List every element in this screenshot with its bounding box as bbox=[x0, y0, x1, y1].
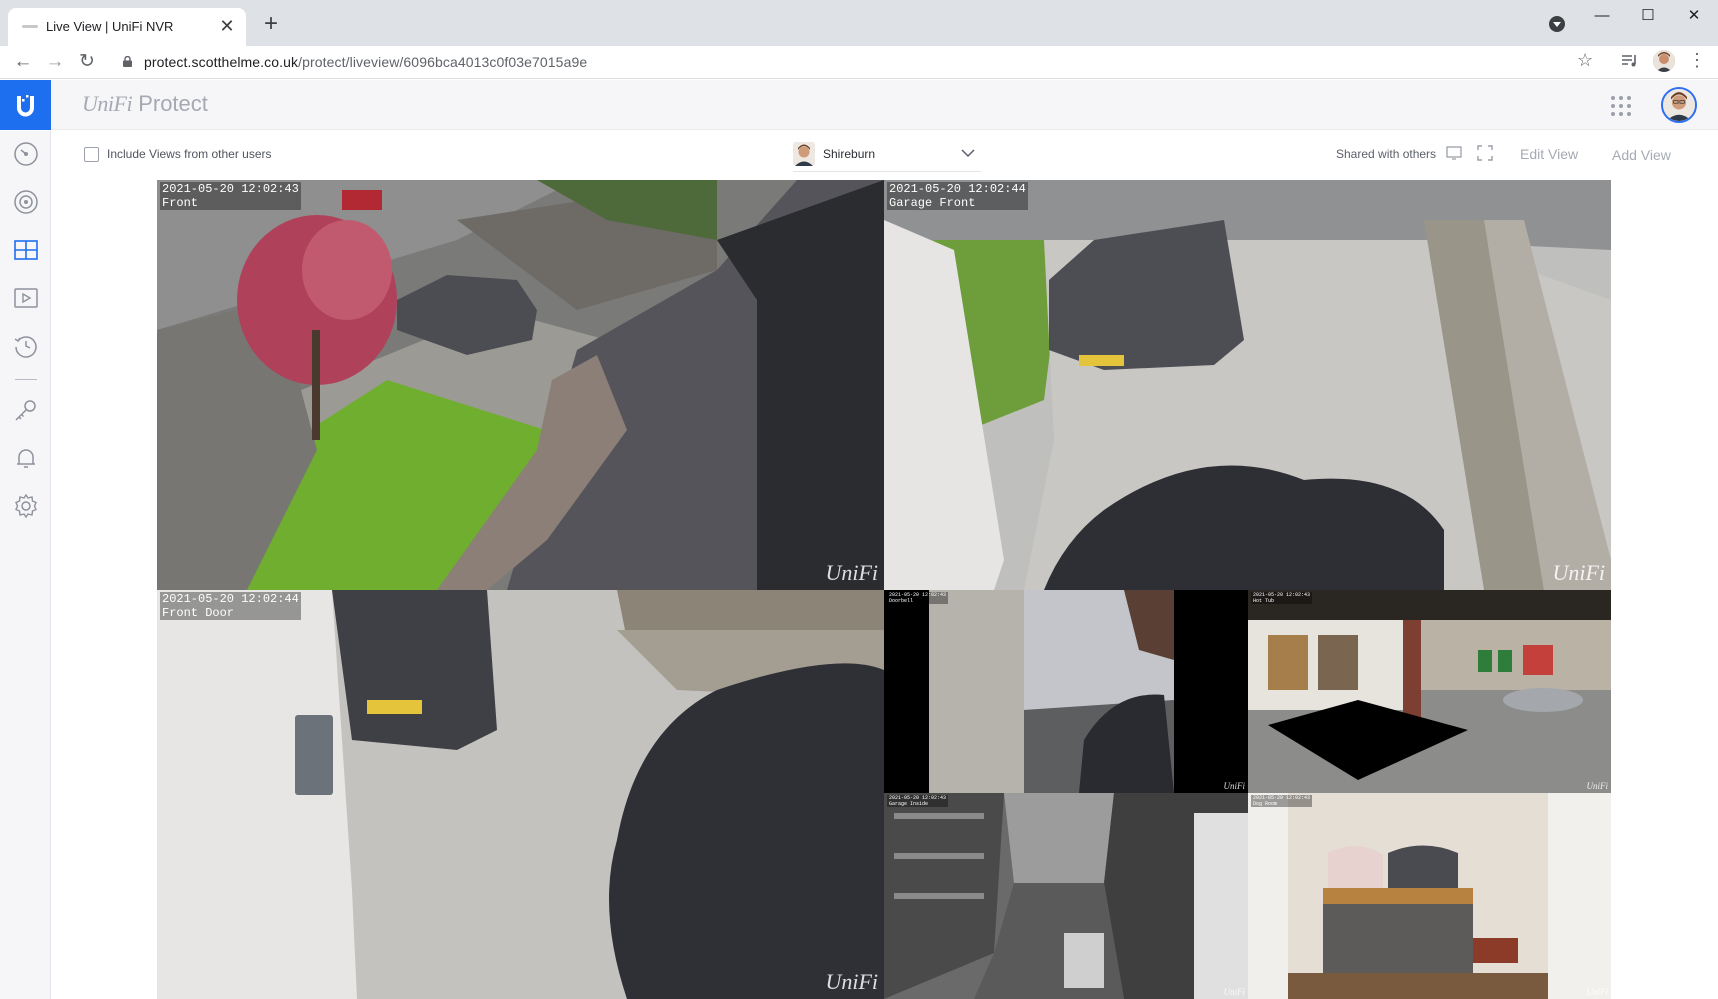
camera-name: Dog Room bbox=[1253, 801, 1278, 807]
recordings-icon[interactable] bbox=[13, 285, 39, 311]
window-close-button[interactable]: ✕ bbox=[1674, 4, 1714, 28]
tab-close-button[interactable]: ✕ bbox=[216, 15, 238, 37]
tab-favicon-icon bbox=[22, 25, 38, 28]
address-bar[interactable]: protect.scotthelme.co.uk/protect/livevie… bbox=[112, 48, 1592, 77]
camera-tile-front[interactable]: 2021-05-20 12:02:43 Front UniFi bbox=[157, 180, 884, 590]
camera-feed-image bbox=[157, 180, 884, 590]
camera-overlay: 2021-05-20 12:02:44 Garage Front bbox=[887, 182, 1028, 210]
browser-menu-icon[interactable]: ⋮ bbox=[1688, 50, 1706, 71]
lock-icon bbox=[123, 56, 132, 67]
url-path: /protect/liveview/6096bca4013c0f03e7015a… bbox=[298, 54, 588, 70]
camera-name: Garage Inside bbox=[889, 801, 929, 807]
camera-overlay: 2021-05-20 12:02:43 Doorbell bbox=[887, 592, 949, 604]
view-owner-avatar bbox=[793, 142, 815, 166]
camera-name: Front Door bbox=[162, 606, 235, 620]
camera-feed-image bbox=[884, 180, 1611, 590]
camera-feed-image bbox=[157, 590, 884, 999]
browser-tabstrip: Live View | UniFi NVR ✕ + — ☐ ✕ bbox=[0, 0, 1718, 46]
view-selector-underline bbox=[793, 171, 981, 172]
camera-name: Hot Tub bbox=[1253, 598, 1275, 604]
liveview-icon[interactable] bbox=[13, 237, 39, 263]
window-maximize-button[interactable]: ☐ bbox=[1628, 4, 1668, 28]
tab-title: Live View | UniFi NVR bbox=[46, 19, 174, 34]
browser-toolbar: ← → ↻ protect.scotthelme.co.uk/protect/l… bbox=[0, 46, 1718, 79]
dashboard-icon[interactable] bbox=[13, 141, 39, 167]
camera-name: Front bbox=[162, 196, 199, 210]
browser-profile-avatar[interactable] bbox=[1653, 50, 1675, 72]
add-view-button[interactable]: Add View bbox=[1612, 147, 1671, 163]
camera-feed-image bbox=[884, 590, 1248, 793]
camera-tile-garage-inside[interactable]: 2021-05-20 12:02:43 Garage Inside UniFi bbox=[884, 793, 1248, 999]
cast-icon[interactable] bbox=[1446, 146, 1462, 160]
app-header: UniFi Protect bbox=[0, 80, 1718, 130]
unifi-watermark: UniFi bbox=[1223, 987, 1246, 997]
url-text[interactable]: protect.scotthelme.co.uk/protect/livevie… bbox=[144, 54, 587, 70]
unifi-watermark: UniFi bbox=[1223, 781, 1246, 791]
reload-icon[interactable]: ↻ bbox=[74, 49, 100, 75]
unifi-watermark: UniFi bbox=[1586, 987, 1609, 997]
view-selector[interactable]: Shireburn bbox=[823, 147, 875, 161]
camera-overlay: 2021-05-20 12:02:43 Hot Tub bbox=[1251, 592, 1313, 604]
camera-timestamp: 2021-05-20 12:02:44 bbox=[889, 182, 1026, 196]
include-views-checkbox[interactable] bbox=[84, 147, 99, 162]
camera-tile-dog-room[interactable]: 2021-05-20 12:02:43 Dog Room UniFi bbox=[1248, 793, 1611, 999]
camera-feed-image bbox=[1248, 590, 1611, 793]
browser-tab[interactable]: Live View | UniFi NVR ✕ bbox=[8, 8, 246, 46]
ubiquiti-logo[interactable] bbox=[0, 80, 51, 130]
camera-tile-front-door[interactable]: 2021-05-20 12:02:44 Front Door UniFi bbox=[157, 590, 884, 999]
cameras-icon[interactable] bbox=[13, 189, 39, 215]
chevron-down-icon[interactable] bbox=[960, 145, 976, 161]
camera-feed-image bbox=[884, 793, 1248, 999]
unifi-watermark: UniFi bbox=[825, 969, 878, 994]
new-tab-button[interactable]: + bbox=[259, 12, 283, 36]
camera-timestamp: 2021-05-20 12:02:44 bbox=[162, 592, 299, 606]
unifi-watermark: UniFi bbox=[825, 560, 878, 585]
brand-product: Protect bbox=[138, 91, 208, 116]
app-brand: UniFi Protect bbox=[82, 91, 208, 117]
camera-overlay: 2021-05-20 12:02:43 Dog Room bbox=[1251, 795, 1313, 807]
sidebar-divider bbox=[15, 379, 37, 380]
camera-tile-garage-front[interactable]: 2021-05-20 12:02:44 Garage Front UniFi bbox=[884, 180, 1611, 590]
tab-search-icon[interactable] bbox=[1549, 16, 1565, 32]
media-control-icon[interactable] bbox=[1620, 51, 1640, 71]
user-avatar[interactable] bbox=[1661, 87, 1697, 123]
edit-view-button[interactable]: Edit View bbox=[1520, 146, 1578, 162]
notifications-icon[interactable] bbox=[13, 445, 39, 471]
apps-grid-icon[interactable] bbox=[1610, 95, 1632, 117]
camera-overlay: 2021-05-20 12:02:43 Front bbox=[160, 182, 301, 210]
bookmark-star-icon[interactable]: ☆ bbox=[1577, 50, 1593, 71]
integrations-icon[interactable] bbox=[13, 398, 39, 424]
unifi-watermark: UniFi bbox=[1586, 781, 1609, 791]
shared-with-others-label: Shared with others bbox=[1336, 147, 1437, 161]
camera-overlay: 2021-05-20 12:02:44 Front Door bbox=[160, 592, 301, 620]
fullscreen-icon[interactable] bbox=[1477, 145, 1493, 161]
camera-name: Garage Front bbox=[889, 196, 976, 210]
settings-icon[interactable] bbox=[13, 493, 39, 519]
camera-timestamp: 2021-05-20 12:02:43 bbox=[162, 182, 299, 196]
back-icon[interactable]: ← bbox=[10, 49, 36, 75]
camera-grid: 2021-05-20 12:02:43 Front UniFi 2021-05-… bbox=[157, 180, 1611, 999]
camera-tile-doorbell[interactable]: 2021-05-20 12:02:43 Doorbell UniFi bbox=[884, 590, 1248, 793]
camera-name: Doorbell bbox=[889, 598, 914, 604]
include-views-label[interactable]: Include Views from other users bbox=[107, 147, 272, 161]
liveview-toolbar: Include Views from other users Shireburn… bbox=[52, 131, 1718, 179]
sidebar bbox=[0, 131, 51, 999]
camera-overlay: 2021-05-20 12:02:43 Garage Inside bbox=[887, 795, 949, 807]
forward-icon[interactable]: → bbox=[42, 49, 68, 75]
url-host: protect.scotthelme.co.uk bbox=[144, 54, 299, 70]
camera-feed-image bbox=[1248, 793, 1611, 999]
window-minimize-button[interactable]: — bbox=[1582, 4, 1622, 28]
unifi-watermark: UniFi bbox=[1552, 560, 1605, 585]
camera-tile-hot-tub[interactable]: 2021-05-20 12:02:43 Hot Tub UniFi bbox=[1248, 590, 1611, 793]
timelapse-icon[interactable] bbox=[13, 333, 39, 359]
brand-unifi: UniFi bbox=[82, 91, 133, 116]
